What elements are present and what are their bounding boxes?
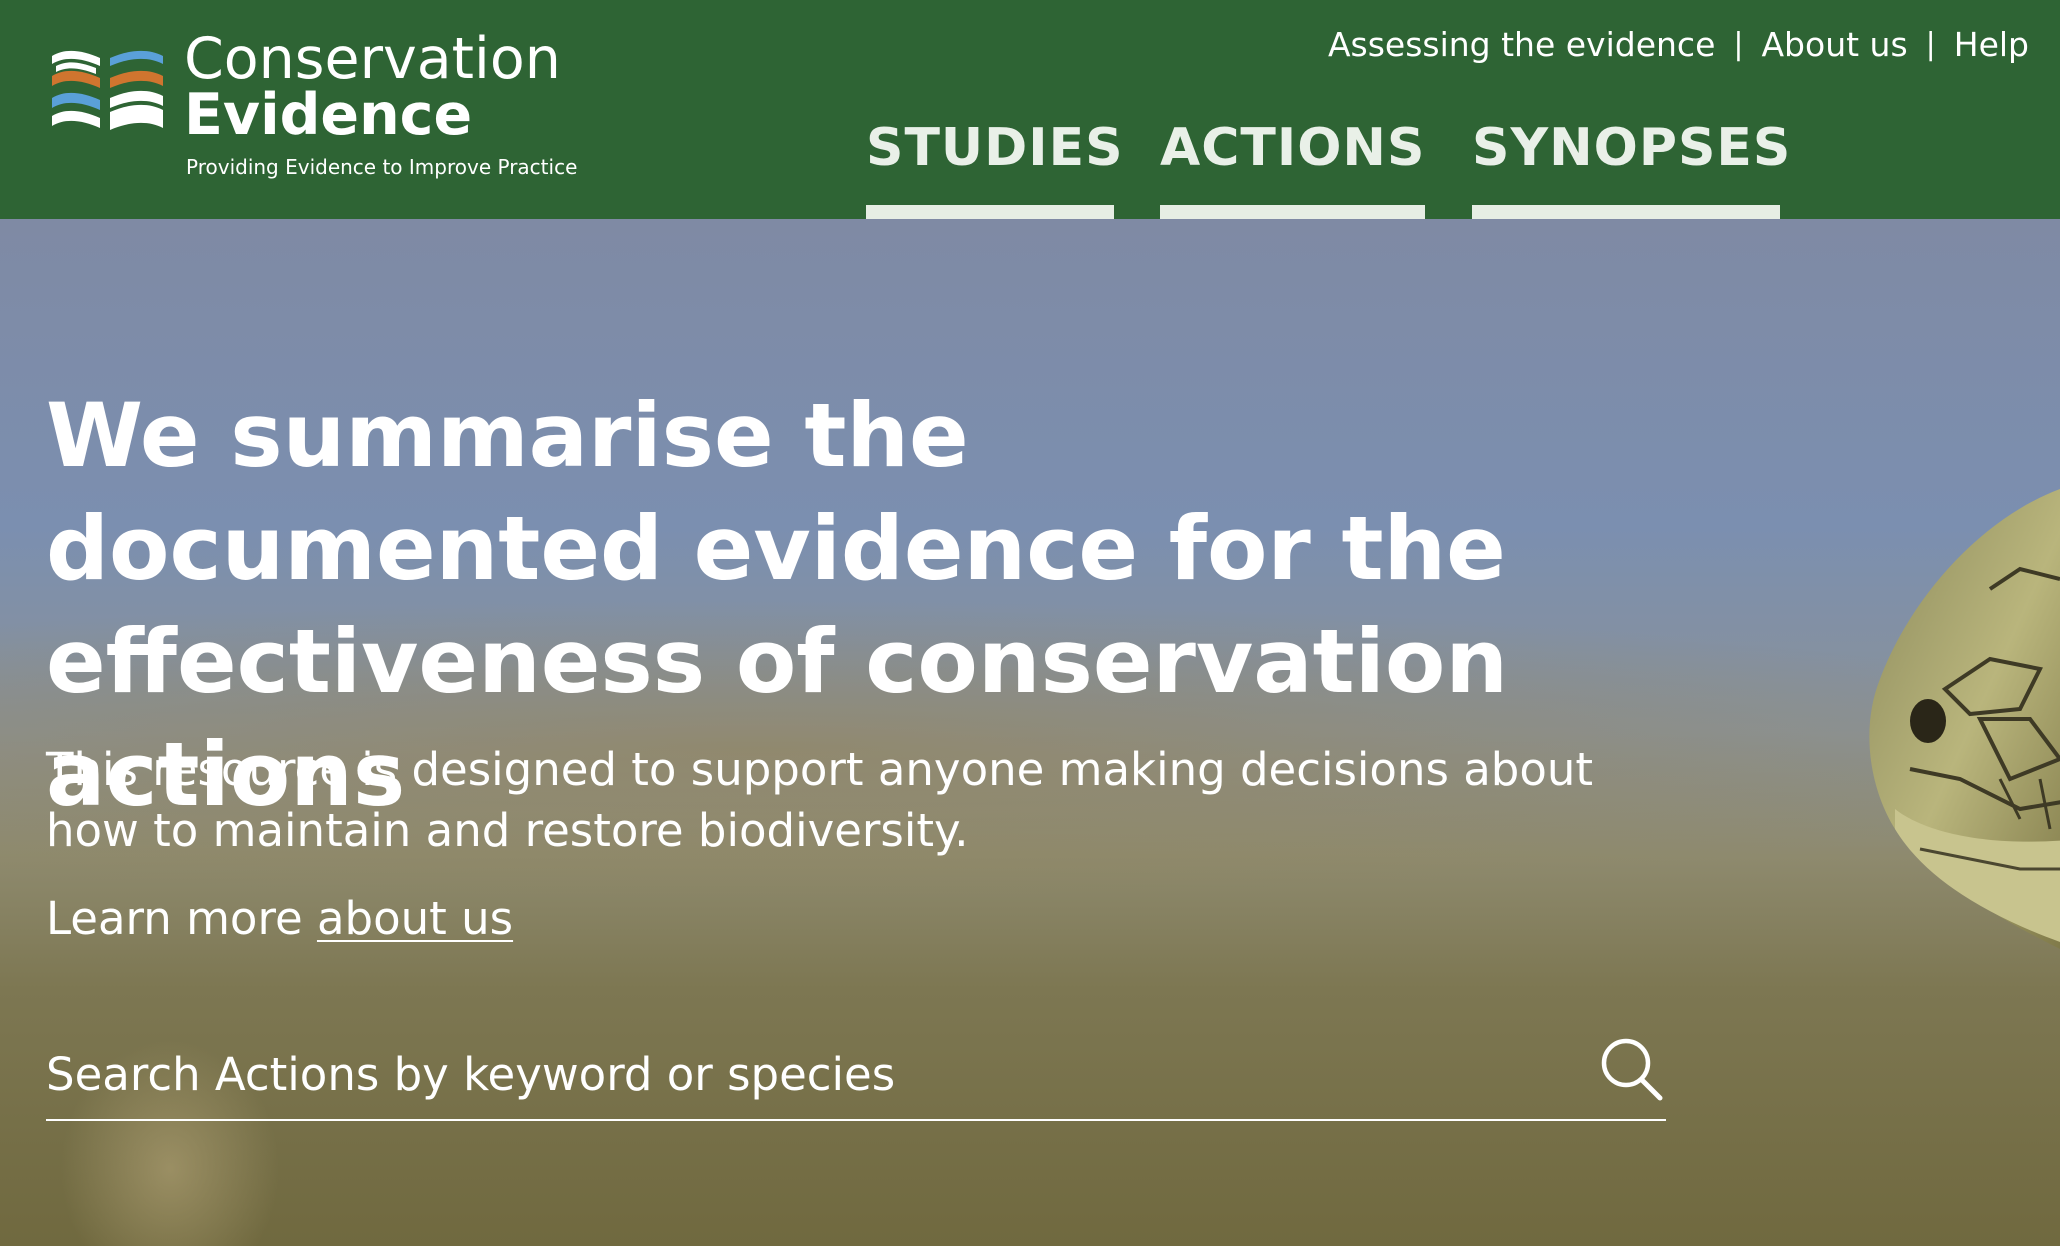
tab-studies-underline — [866, 205, 1114, 219]
tab-actions-underline — [1160, 205, 1425, 219]
tab-synopses-underline — [1472, 205, 1780, 219]
logo-title-line2: Evidence — [184, 82, 473, 148]
utility-separator: | — [1925, 27, 1936, 62]
tab-actions-label: ACTIONS — [1160, 118, 1426, 178]
hero-banner: We summarise the documented evidence for… — [0, 219, 2060, 1246]
tab-studies-label: STUDIES — [866, 118, 1124, 178]
utility-link-assessing-evidence[interactable]: Assessing the evidence — [1328, 22, 1715, 68]
logo-tagline: Providing Evidence to Improve Practice — [186, 155, 578, 179]
utility-link-help[interactable]: Help — [1954, 22, 2029, 68]
learn-more-text: Learn more about us — [46, 889, 513, 949]
tab-synopses-label: SYNOPSES — [1472, 118, 1792, 178]
tab-studies[interactable]: STUDIES — [866, 110, 1124, 219]
tab-synopses[interactable]: SYNOPSES — [1472, 110, 1792, 219]
about-us-link[interactable]: about us — [317, 892, 513, 945]
page: Conservation Evidence Providing Evidence… — [0, 0, 2060, 1246]
hero-subtext: This resource is designed to support any… — [46, 743, 1594, 857]
tab-actions[interactable]: ACTIONS — [1160, 110, 1425, 219]
utility-separator: | — [1733, 27, 1744, 62]
search-input[interactable] — [46, 1039, 1566, 1109]
search-icon[interactable] — [1596, 1035, 1666, 1105]
learn-more-prefix: Learn more — [46, 892, 317, 945]
snake-head-image — [1869, 489, 2060, 949]
search-bar — [46, 1019, 1666, 1121]
site-header: Conservation Evidence Providing Evidence… — [0, 0, 2060, 219]
utility-nav: Assessing the evidence | About us | Help — [1328, 22, 2029, 68]
logo-book-icon — [52, 50, 163, 130]
site-logo[interactable]: Conservation Evidence Providing Evidence… — [50, 26, 577, 186]
utility-link-about-us[interactable]: About us — [1761, 22, 1907, 68]
